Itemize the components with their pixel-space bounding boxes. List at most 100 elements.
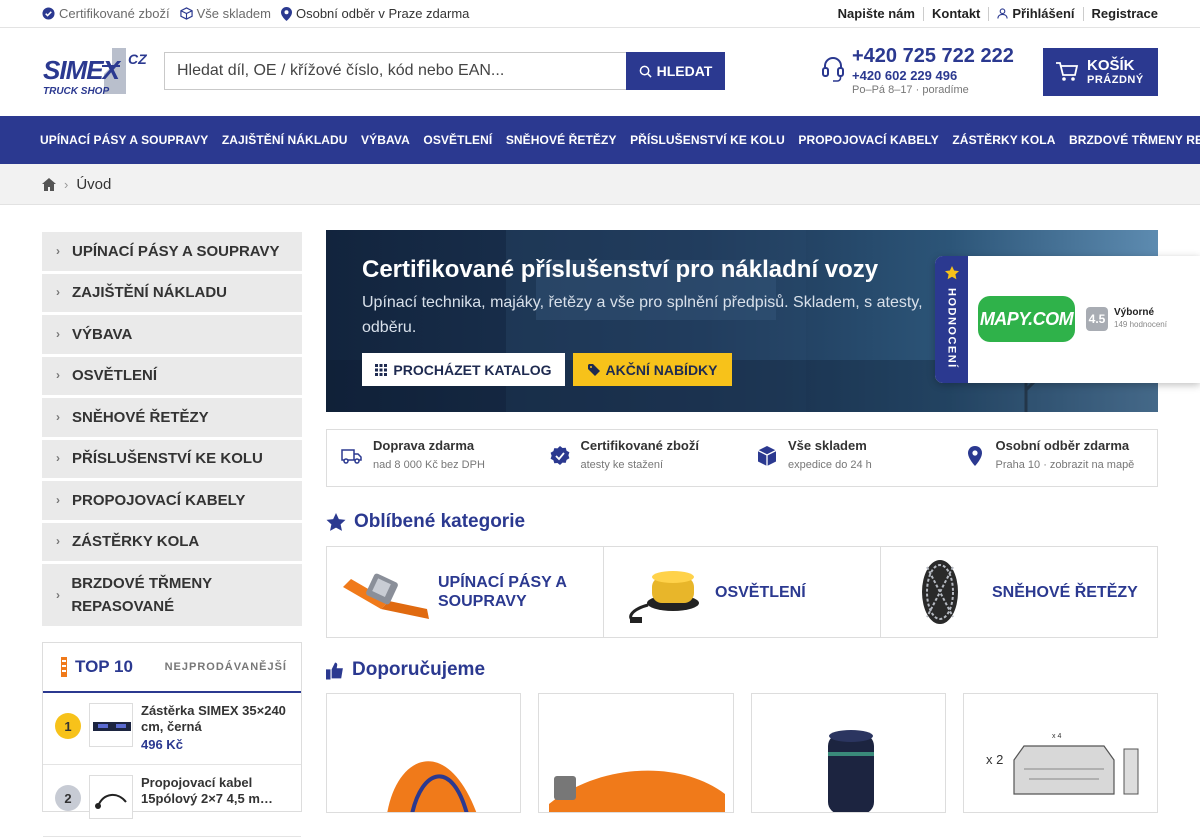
phone-block: +420 725 722 222 +420 602 229 496 Po–Pá … [822,44,1014,98]
feature-title: Certifikované zboží [580,438,699,453]
rating-score: 4.5 [1086,307,1108,331]
certified-info: Certifikované zboží [42,6,170,21]
feature-title: Osobní odběr zdarma [995,438,1130,453]
star-icon [944,266,959,280]
rating-tab[interactable]: HODNOCENÍ [935,256,968,383]
sidebar-item-label: BRZDOVÉ TŘMENY REPASOVANÉ [71,575,212,615]
nav-item-snehove-retezy[interactable]: SNĚHOVÉ ŘETĚZY [506,133,617,147]
dimension-label: x 4 [1052,733,1061,740]
write-us-link[interactable]: Napište nám [830,6,923,21]
mapy-logo: MAPY.COM [978,296,1075,342]
product-image [827,730,874,812]
logo[interactable]: SIMEX TRUCK SHOP CZ [42,46,148,98]
pickup-text: Osobní odběr v Praze zdarma [295,6,470,21]
breadcrumb: › Úvod [0,164,1200,205]
nav-item-upinaci-pasy[interactable]: UPÍNACÍ PÁSY A SOUPRAVY [40,133,208,147]
product-image [387,761,477,812]
nav-item-osvetleni[interactable]: OSVĚTLENÍ [423,133,492,147]
nav-item-zajisteni-nakladu[interactable]: ZAJIŠTĚNÍ NÁKLADU [222,133,348,147]
rating-widget[interactable]: HODNOCENÍ MAPY.COM 4.5 Výborné 149 hodno… [935,256,1200,383]
nav-item-zasterky-kola[interactable]: ZÁSTĚRKY KOLA [952,133,1055,147]
product-price: 496 Kč [141,737,183,752]
badge-check-icon [550,446,569,465]
category-name: UPÍNACÍ PÁSY A SOUPRAVY [438,574,567,610]
contact-link[interactable]: Kontakt [922,6,988,21]
rating-label: Výborné [1114,307,1155,318]
category-image [341,557,431,627]
feature-in-stock: Vše skladem expedice do 24 h [742,430,950,486]
product-card[interactable]: x 2 x 4 [962,693,1158,813]
sidebar-item-label: ZÁSTĚRKY KOLA [72,533,200,551]
features-strip: Doprava zdarma nad 8 000 Kč bez DPH Certi… [326,429,1158,487]
chevron-right-icon: › [56,326,60,341]
sidebar-item-prislusenstvi-ke-kolu[interactable]: › PŘÍSLUŠENSTVÍ KE KOLU [42,439,302,478]
top10-item[interactable]: 2 Propojovací kabel 15pólový 2×7 4,5 m… [43,765,301,837]
user-icon [997,8,1009,19]
feature-free-shipping: Doprava zdarma nad 8 000 Kč bez DPH [327,430,535,486]
product-card[interactable] [326,693,522,813]
search-input[interactable]: Hledat díl, OE / křížové číslo, kód nebo… [164,52,626,90]
favorites-heading: Oblíbené kategorie [326,511,525,533]
hero-subtitle: Upínací technika, majáky, řetězy a vše p… [362,294,923,336]
bar-chart-icon [61,657,67,677]
chevron-right-icon: › [56,451,60,466]
certified-text: Certifikované zboží [59,6,170,21]
nav-item-vybava[interactable]: VÝBAVA [361,133,410,147]
recommended-products: x 2 x 4 [326,693,1158,813]
nav-item-brzdove-trmeny[interactable]: BRZDOVÉ TŘMENY REPASOVANÉ [1069,133,1200,147]
tag-icon [587,363,600,376]
opening-hours: Po–Pá 8–17 · poradíme [852,84,969,96]
login-link[interactable]: Přihlášení [988,6,1082,21]
category-card-snehove-retezy[interactable]: SNĚHOVÉ ŘETĚZY [880,547,1157,637]
hero-title: Certifikované příslušenství pro nákladní… [362,256,879,283]
sidebar-item-zasterky-kola[interactable]: › ZÁSTĚRKY KOLA [42,522,302,561]
sidebar-item-vybava[interactable]: › VÝBAVA [42,315,302,354]
sidebar-item-snehove-retezy[interactable]: › SNĚHOVÉ ŘETĚZY [42,398,302,437]
category-card-upinaci-pasy[interactable]: UPÍNACÍ PÁSY A SOUPRAVY [327,547,603,637]
thumbs-up-icon [326,662,343,679]
sidebar-item-propojovaci-kabely[interactable]: › PROPOJOVACÍ KABELY [42,481,302,520]
top-bar: Certifikované zboží Vše skladem Osobní o… [0,0,1200,28]
sidebar-item-osvetleni[interactable]: › OSVĚTLENÍ [42,356,302,395]
product-name: Zástěrka SIMEX 35×240 cm, černá [141,703,286,734]
top10-item[interactable]: 1 Zástěrka SIMEX 35×240 cm, černá 496 Kč [43,693,301,765]
category-sidebar: › UPÍNACÍ PÁSY A SOUPRAVY › ZAJIŠTĚNÍ NÁKL… [42,232,302,629]
feature-title: Doprava zdarma [373,438,475,453]
feature-pickup[interactable]: Osobní odběr zdarma Praha 10 · zobrazit n… [950,430,1158,486]
product-card[interactable] [750,693,946,813]
cart-title: KOŠÍK [1087,56,1135,74]
sidebar-item-zajisteni-nakladu[interactable]: › ZAJIŠTĚNÍ NÁKLADU [42,273,302,312]
browse-catalog-button[interactable]: PROCHÁZET KATALOG [362,353,565,386]
sidebar-item-label: UPÍNACÍ PÁSY A SOUPRAVY [72,242,280,260]
phone-secondary[interactable]: +420 602 229 496 [852,68,1014,83]
logo-subtext: TRUCK SHOP [43,86,109,97]
sidebar-item-brzdove-trmeny[interactable]: › BRZDOVÉ TŘMENY REPASOVANÉ [42,564,302,626]
cart-button[interactable]: KOŠÍK PRÁZDNÝ [1043,48,1158,96]
recommended-title: Doporučujeme [352,659,486,680]
pickup-info: Osobní odběr v Praze zdarma [280,6,470,21]
box-icon [179,7,193,20]
nav-item-prislusenstvi-ke-kolu[interactable]: PŘÍSLUŠENSTVÍ KE KOLU [630,133,785,147]
sidebar-item-label: PŘÍSLUŠENSTVÍ KE KOLU [72,450,263,468]
nav-item-propojovaci-kabely[interactable]: PROPOJOVACÍ KABELY [798,133,939,147]
top10-subtitle: NEJPRODÁVANĚJŠÍ [164,661,287,673]
rank-badge: 1 [55,713,81,739]
phone-main[interactable]: +420 725 722 222 [852,44,1014,68]
feature-certified: Certifikované zboží atesty ke stažení [535,430,743,486]
truck-icon [341,449,362,464]
sidebar-item-label: ZAJIŠTĚNÍ NÁKLADU [72,284,228,302]
search-button[interactable]: HLEDAT [626,52,725,90]
feature-subtitle: Praha 10 · zobrazit na mapě [995,459,1135,471]
sidebar-item-upinaci-pasy[interactable]: › UPÍNACÍ PÁSY A SOUPRAVY [42,232,302,271]
quantity-label: x 2 [986,752,1003,767]
product-card[interactable] [538,693,734,813]
register-link[interactable]: Registrace [1082,6,1158,21]
top10-title: TOP 10 [75,657,133,676]
category-image [895,557,985,627]
chevron-right-icon: › [56,368,60,383]
star-icon [326,512,346,531]
special-offers-button[interactable]: AKČNÍ NABÍDKY [573,353,732,386]
home-icon[interactable] [42,177,56,191]
favorite-categories: UPÍNACÍ PÁSY A SOUPRAVY OSVĚTLENÍ SNĚHOV… [326,546,1158,638]
category-card-osvetleni[interactable]: OSVĚTLENÍ [603,547,880,637]
